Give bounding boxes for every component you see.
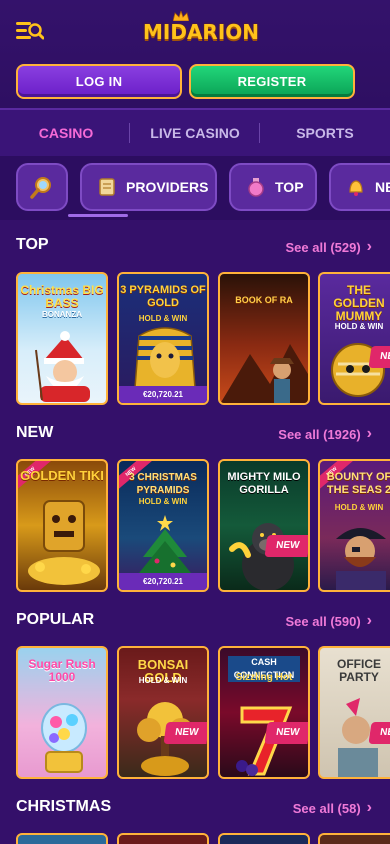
midarion-logo[interactable]: MIDARION: [143, 11, 260, 45]
chips-scroll-indicator: [68, 214, 128, 217]
filter-chips: PROVIDERS TOP NE: [0, 156, 390, 220]
game-subtitle: HOLD & WIN: [334, 322, 384, 331]
game-title: BOUNTY OF THE SEAS 2: [326, 471, 390, 496]
search-icon: [30, 177, 51, 199]
chevron-right-icon: ›: [366, 612, 372, 629]
tab-separator: [129, 123, 130, 143]
chevron-right-icon: ›: [366, 238, 372, 255]
new-badge: NEW: [163, 722, 207, 744]
game-tile[interactable]: Christmas BIG BASS BONANZA: [16, 272, 108, 405]
golden-tiki-icon: [28, 500, 100, 585]
menu-search-icon[interactable]: [16, 20, 44, 42]
game-tile[interactable]: NEW BOUNTY OF THE SEAS 2 HOLD & WIN: [318, 459, 390, 592]
game-tile[interactable]: NEW 3 CHRISTMAS PYRAMIDS HOLD & WIN €20,…: [117, 459, 209, 592]
see-all-top[interactable]: See all (529) ›: [286, 238, 372, 256]
game-title: Sugar Rush 1000: [28, 657, 96, 684]
santa-fisherman-icon: [35, 331, 90, 402]
jackpot-amount: €20,720.21: [119, 573, 207, 590]
new-label: NE: [375, 179, 390, 195]
login-button[interactable]: LOG IN: [16, 64, 182, 99]
see-all-popular[interactable]: See all (590) ›: [286, 612, 372, 630]
section-title-popular: POPULAR: [16, 611, 95, 628]
pharaoh-icon: [134, 327, 196, 388]
game-tile[interactable]: [218, 833, 310, 844]
game-subtitle: BONANZA: [42, 310, 82, 319]
chevron-right-icon: ›: [366, 425, 372, 442]
new-badge: NEW: [368, 346, 390, 368]
search-chip[interactable]: [16, 163, 68, 211]
see-all-label: See all (58): [292, 800, 361, 816]
bell-icon: [349, 180, 363, 196]
pirate-icon: [336, 528, 386, 590]
see-all-label: See all (1926): [278, 426, 361, 442]
game-tile[interactable]: [117, 833, 209, 844]
tab-sports[interactable]: SPORTS: [280, 110, 370, 156]
new-badge: NEW: [264, 535, 308, 557]
game-title: BOOK OF RA: [235, 295, 293, 305]
jackpot-amount: €20,720.21: [119, 386, 207, 403]
section-title-christmas: CHRISTMAS: [16, 798, 112, 815]
game-tile[interactable]: NEW GOLDEN TIKI: [16, 459, 108, 592]
see-all-label: See all (590): [285, 613, 361, 629]
section-title-top: TOP: [16, 236, 49, 253]
tab-separator: [259, 123, 260, 143]
candy-jar-icon: [41, 703, 87, 773]
game-tile[interactable]: THE GOLDEN MUMMY HOLD & WIN NEW: [318, 272, 390, 405]
providers-chip[interactable]: PROVIDERS: [80, 163, 217, 211]
register-button[interactable]: REGISTER: [189, 64, 355, 99]
explorer-icon: [220, 344, 308, 403]
game-tile[interactable]: [16, 833, 108, 844]
potion-icon: [248, 178, 264, 197]
game-tile[interactable]: CASH CONNECTION Sizzling Hot NEW: [218, 646, 310, 779]
header: MIDARION LOG IN REGISTER: [0, 0, 390, 108]
top-label: TOP: [275, 179, 304, 195]
game-title: 3 CHRISTMAS PYRAMIDS: [129, 472, 197, 496]
see-all-christmas[interactable]: See all (58) ›: [293, 799, 372, 817]
section-title-new: NEW: [16, 424, 54, 441]
christmas-tree-icon: [139, 515, 191, 573]
chevron-right-icon: ›: [366, 799, 372, 816]
game-subtitle: HOLD & WIN: [138, 676, 188, 685]
game-subtitle: Sizzling Hot: [235, 672, 293, 683]
tab-casino[interactable]: CASINO: [20, 110, 112, 156]
game-tile[interactable]: Sugar Rush 1000: [16, 646, 108, 779]
game-tile[interactable]: BOOK OF RA: [218, 272, 310, 405]
game-tile[interactable]: OFFICE PARTY NEW: [318, 646, 390, 779]
providers-label: PROVIDERS: [126, 179, 209, 195]
new-badge: NEW: [264, 722, 308, 744]
see-all-new[interactable]: See all (1926) ›: [278, 425, 372, 443]
scroll-icon: [99, 178, 115, 196]
game-tile[interactable]: 3 PYRAMIDS OF GOLD HOLD & WIN €20,720.21: [117, 272, 209, 405]
tab-live-casino[interactable]: LIVE CASINO: [140, 110, 250, 156]
game-title: Christmas BIG BASS: [20, 283, 104, 310]
game-tile[interactable]: [318, 833, 390, 844]
see-all-label: See all (529): [285, 239, 361, 255]
game-title: 3 PYRAMIDS OF GOLD: [120, 284, 206, 309]
game-title: MIGHTY MILO GORILLA: [227, 471, 301, 496]
logo-text: MIDARION: [143, 20, 260, 44]
top-chip[interactable]: TOP: [229, 163, 317, 211]
game-title: GOLDEN TIKI: [20, 468, 104, 483]
new-badge: NEW: [368, 722, 390, 744]
game-tile[interactable]: MIGHTY MILO GORILLA NEW: [218, 459, 310, 592]
game-title: OFFICE PARTY: [337, 657, 381, 684]
game-title: THE GOLDEN MUMMY: [333, 283, 385, 323]
category-tabs: CASINO LIVE CASINO SPORTS: [0, 110, 390, 156]
game-subtitle: HOLD & WIN: [138, 497, 188, 506]
game-subtitle: HOLD & WIN: [334, 503, 384, 512]
game-subtitle: HOLD & WIN: [138, 314, 188, 323]
game-tile[interactable]: BONSAI GOLD HOLD & WIN NEW: [117, 646, 209, 779]
new-chip[interactable]: NE: [329, 163, 390, 211]
